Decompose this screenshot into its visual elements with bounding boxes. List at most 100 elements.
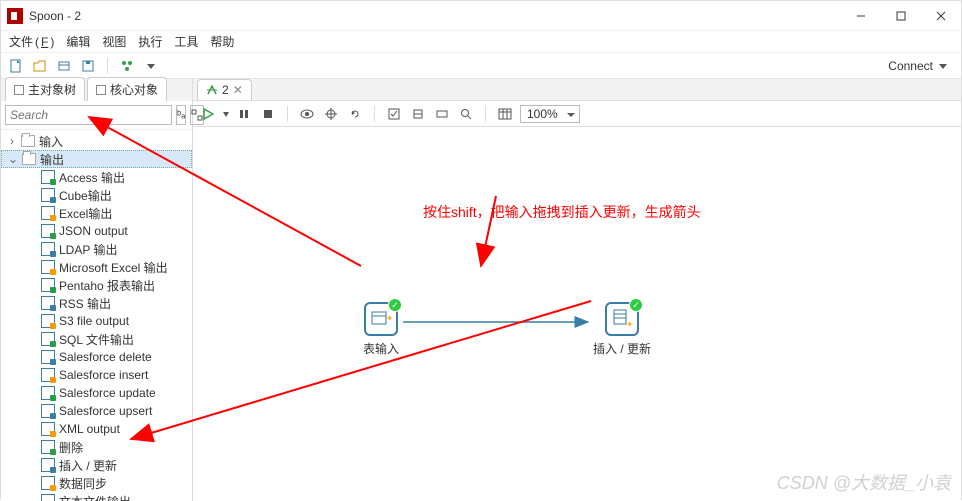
tree-leaf[interactable]: S3 file output: [1, 312, 192, 330]
step-icon: [41, 296, 55, 310]
show-results-button[interactable]: [496, 105, 514, 123]
annotation-text: 按住shift，把输入拖拽到插入更新，生成箭头: [423, 202, 701, 222]
step-icon: [41, 386, 55, 400]
tab-close-icon[interactable]: ✕: [233, 83, 243, 97]
connect-button[interactable]: Connect: [888, 59, 955, 73]
impact-button[interactable]: [409, 105, 427, 123]
collapse-icon: ⌄: [8, 152, 18, 166]
step-icon: [41, 170, 55, 184]
tree-leaf[interactable]: LDAP 输出: [1, 240, 192, 258]
connect-label: Connect: [888, 59, 933, 73]
step-icon: [41, 224, 55, 238]
tree-leaf-label: XML output: [59, 422, 120, 436]
new-file-button[interactable]: [7, 57, 25, 75]
tree-leaf[interactable]: XML output: [1, 420, 192, 438]
tree-leaf[interactable]: JSON output: [1, 222, 192, 240]
tree-leaf-label: Salesforce upsert: [59, 404, 152, 418]
tab-icon: [14, 85, 24, 95]
tree-folder-output[interactable]: ⌄ 输出: [1, 150, 192, 168]
tree-leaf-label: LDAP 输出: [59, 241, 117, 258]
hop-overlay: [193, 127, 961, 501]
menu-edit[interactable]: 编辑: [66, 33, 90, 50]
window-title: Spoon - 2: [29, 9, 81, 23]
tree-leaf-label: Microsoft Excel 输出: [59, 259, 168, 276]
tree-leaf-label: Salesforce update: [59, 386, 156, 400]
menu-tools[interactable]: 工具: [174, 33, 198, 50]
tab-main-tree[interactable]: 主对象树: [5, 77, 85, 101]
pause-button[interactable]: [235, 105, 253, 123]
tree-leaf[interactable]: Access 输出: [1, 168, 192, 186]
titlebar: Spoon - 2: [1, 1, 961, 31]
canvas[interactable]: ✓ 表输入 ✓ 插入 / 更新 按住shift，把输入拖拽到插入更新，生成箭头: [193, 127, 961, 501]
tree-leaf-label: 插入 / 更新: [59, 457, 117, 474]
step-icon: [41, 368, 55, 382]
tree-leaf[interactable]: Cube输出: [1, 186, 192, 204]
expand-toggle-button[interactable]: ᵇₐ: [176, 105, 186, 125]
close-button[interactable]: [927, 6, 955, 26]
main-area: 2 ✕ 100%: [193, 79, 961, 501]
replay-button[interactable]: [346, 105, 364, 123]
open-button[interactable]: [31, 57, 49, 75]
tree-leaf-label: JSON output: [59, 224, 128, 238]
tree-leaf[interactable]: Excel输出: [1, 204, 192, 222]
save-button[interactable]: [79, 57, 97, 75]
step-icon: [41, 278, 55, 292]
menu-file[interactable]: 文件(F): [9, 33, 54, 50]
step-icon: [41, 188, 55, 202]
step-icon: [41, 404, 55, 418]
app-icon: [7, 8, 23, 24]
explore-button[interactable]: [457, 105, 475, 123]
sql-button[interactable]: [433, 105, 451, 123]
preview-button[interactable]: [298, 105, 316, 123]
tree-leaf-label: 删除: [59, 439, 83, 456]
tree-leaf[interactable]: Pentaho 报表输出: [1, 276, 192, 294]
tab-core-objects[interactable]: 核心对象: [87, 77, 167, 101]
tree-leaf[interactable]: 插入 / 更新: [1, 456, 192, 474]
menu-run[interactable]: 执行: [138, 33, 162, 50]
check-badge-icon: ✓: [388, 298, 402, 312]
step-icon: [41, 242, 55, 256]
tree-folder-input[interactable]: › 输入: [1, 132, 192, 150]
debug-button[interactable]: [322, 105, 340, 123]
step-icon: [41, 458, 55, 472]
menubar: 文件(F) 编辑 视图 执行 工具 帮助: [1, 31, 961, 53]
step-icon: [41, 260, 55, 274]
tree-leaf-label: Salesforce delete: [59, 350, 152, 364]
tree-leaf[interactable]: Microsoft Excel 输出: [1, 258, 192, 276]
zoom-select[interactable]: 100%: [520, 105, 580, 123]
tree-leaf[interactable]: SQL 文件输出: [1, 330, 192, 348]
stop-button[interactable]: [259, 105, 277, 123]
tree-leaf[interactable]: Salesforce update: [1, 384, 192, 402]
step-icon: [41, 350, 55, 364]
tree-leaf[interactable]: Salesforce upsert: [1, 402, 192, 420]
step-label: 插入 / 更新: [593, 340, 651, 357]
tree-leaf-label: RSS 输出: [59, 295, 111, 312]
menu-help[interactable]: 帮助: [210, 33, 234, 50]
menu-view[interactable]: 视图: [102, 33, 126, 50]
search-input[interactable]: [5, 105, 172, 125]
minimize-button[interactable]: [847, 6, 875, 26]
tree-leaf-label: Excel输出: [59, 205, 112, 222]
watermark: CSDN @大数据_小袁: [777, 469, 951, 495]
canvas-tab[interactable]: 2 ✕: [197, 79, 252, 100]
tree-leaf-label: S3 file output: [59, 314, 129, 328]
check-button[interactable]: [385, 105, 403, 123]
tree-leaf[interactable]: 数据同步: [1, 474, 192, 492]
dropdown-button[interactable]: [142, 57, 160, 75]
tab-icon: [96, 85, 106, 95]
step-icon: [41, 332, 55, 346]
folder-icon: [21, 135, 35, 147]
insert-update-icon: [611, 308, 633, 330]
repository-button[interactable]: [55, 57, 73, 75]
tree-leaf[interactable]: Salesforce insert: [1, 366, 192, 384]
tree-leaf[interactable]: RSS 输出: [1, 294, 192, 312]
run-button[interactable]: [199, 105, 217, 123]
tree-leaf-label: SQL 文件输出: [59, 331, 134, 348]
step-table-input[interactable]: ✓ 表输入: [363, 302, 399, 357]
tree-leaf[interactable]: Salesforce delete: [1, 348, 192, 366]
step-insert-update[interactable]: ✓ 插入 / 更新: [593, 302, 651, 357]
main-toolbar: Connect: [1, 53, 961, 79]
maximize-button[interactable]: [887, 6, 915, 26]
tree-leaf[interactable]: 删除: [1, 438, 192, 456]
perspective-button[interactable]: [118, 57, 136, 75]
